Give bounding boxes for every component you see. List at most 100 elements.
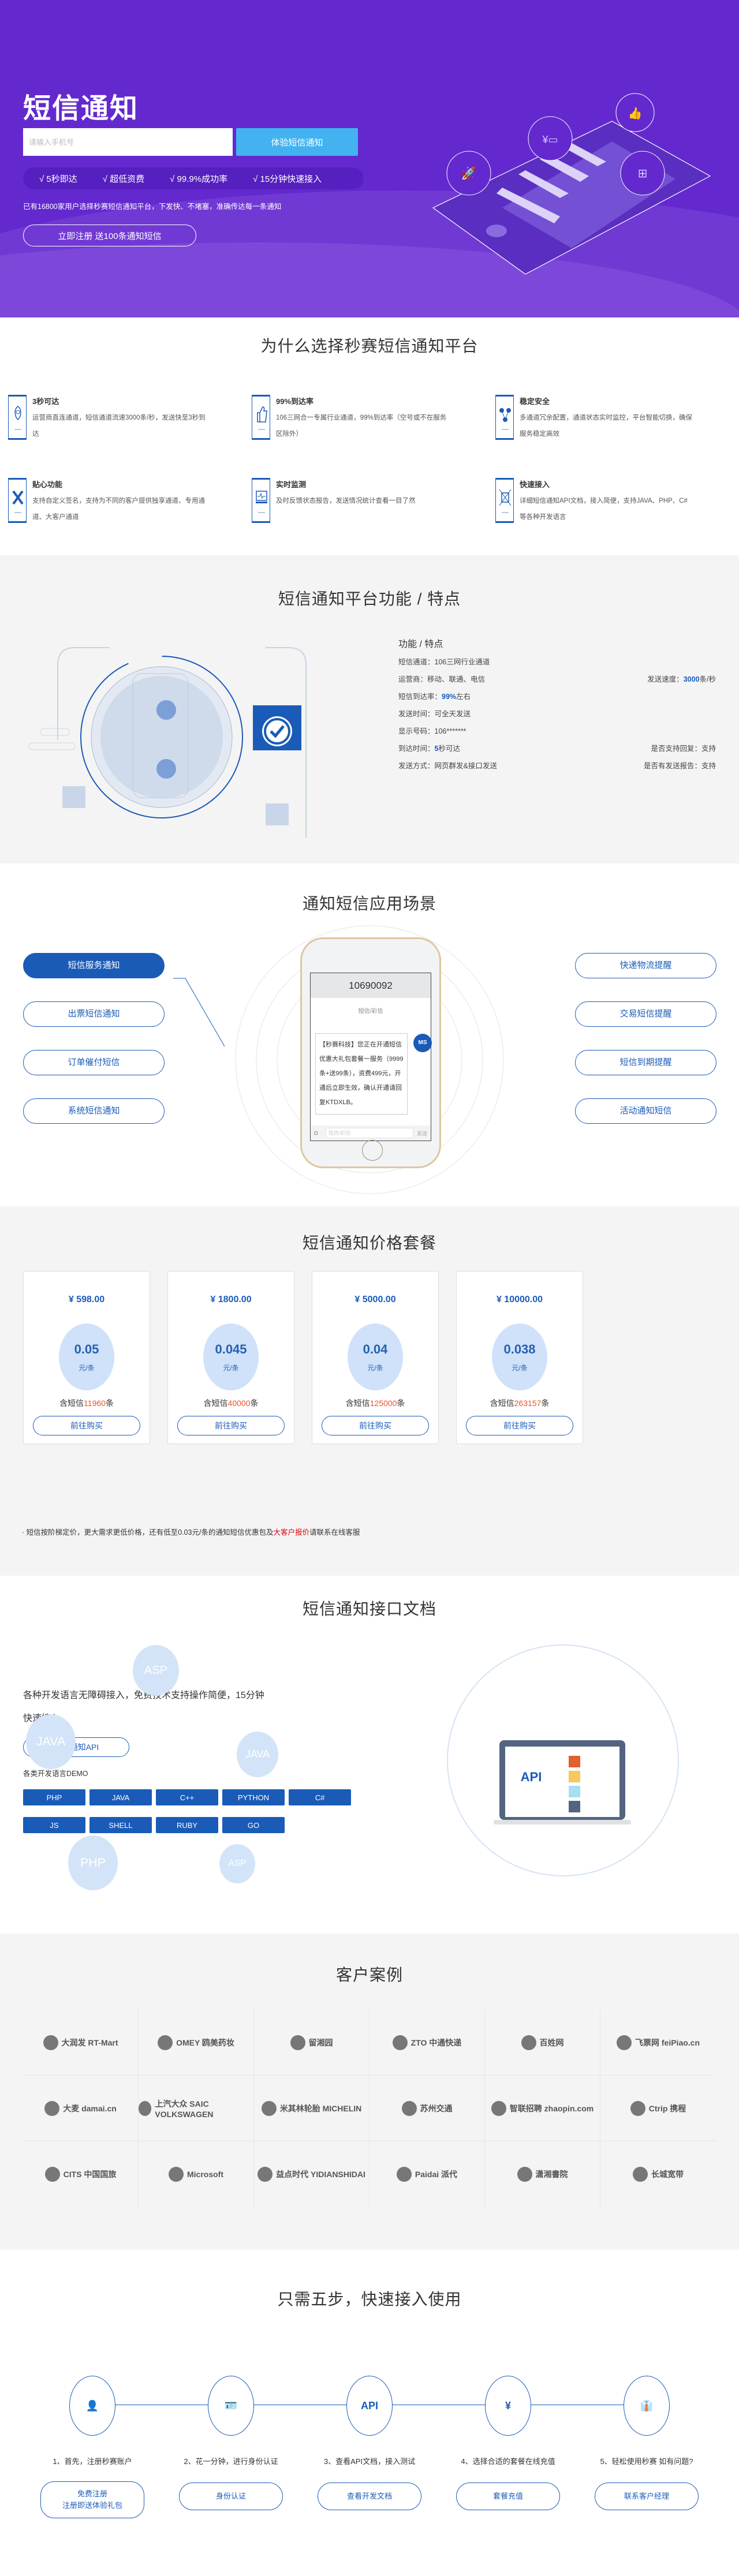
client-logo: Paidai 派代 — [370, 2141, 485, 2207]
step-item: 🪪 2、花一分钟，进行身份认证 身份认证 — [173, 2376, 289, 2510]
sms-count-value: 40000 — [227, 1399, 251, 1408]
client-logo-text: 上汽大众 SAIC VOLKSWAGEN — [155, 2099, 214, 2119]
why-item-title: 3秒可达 — [32, 397, 59, 406]
language-demo-button[interactable]: PYTHON — [222, 1789, 285, 1805]
client-logo-mark — [158, 2035, 173, 2050]
unit-price-circle: 0.038 元/条 — [492, 1323, 547, 1390]
client-logo-mark — [44, 2100, 60, 2116]
client-logo-mark — [169, 2167, 184, 2182]
scenario-button-left[interactable]: 系统短信通知 — [23, 1098, 165, 1124]
language-demo-button[interactable]: C# — [289, 1789, 351, 1805]
why-item-desc: 多通道冗余配置，通道状态实时监控，平台智能切换，确保服务稳定高效 — [520, 414, 692, 438]
why-item-desc: 运营商直连通道，短信通道流速3000条/秒，发送快至3秒到达 — [32, 414, 206, 438]
feature-value: 106三网行业通道 — [434, 658, 490, 666]
client-logo-text: 潇湘書院 — [535, 2170, 568, 2179]
buy-button[interactable]: 前往购买 — [466, 1416, 573, 1435]
client-logo-text: CITS 中国国旅 — [63, 2170, 117, 2179]
sms-count-prefix: 含短信 — [490, 1399, 514, 1408]
why-item: 快速接入 详细短信通知API文档，接入简便，支持JAVA、PHP、C#等各种开发语… — [495, 478, 739, 525]
register-button[interactable]: 立即注册 送100条通知短信 — [23, 225, 196, 246]
client-logo-text: OMEY 鸥美药妆 — [176, 2037, 234, 2047]
sms-count: 含短信11960条 — [24, 1397, 150, 1409]
step-button[interactable]: 查看开发文档 — [318, 2482, 421, 2510]
step-button[interactable]: 身份认证 — [179, 2482, 283, 2510]
phone-input[interactable] — [23, 128, 233, 156]
feature-value: 移动、联通、电信 — [427, 675, 486, 683]
scenario-button-right[interactable]: 短信到期提醒 — [575, 1050, 716, 1075]
step-button-label: 注册即送体验礼包 — [62, 2501, 122, 2510]
sms-count-suffix: 条 — [397, 1399, 405, 1408]
client-logo-mark — [491, 2100, 506, 2116]
client-logo-mark — [401, 2100, 417, 2116]
unit-price-circle: 0.05 元/条 — [59, 1323, 114, 1390]
language-demo-button[interactable]: C++ — [156, 1789, 218, 1805]
feature-label: 发送方式： — [398, 762, 435, 770]
scan-icon: ⊞ — [620, 151, 665, 196]
language-demo-button[interactable]: JS — [23, 1817, 85, 1833]
pricing-note: · 短信按阶梯定价，更大需求更低价格，还有低至0.03元/条的通知短信优惠包及大… — [22, 1526, 360, 1537]
feature-label: 发送时间： — [398, 710, 435, 718]
camera-icon[interactable]: ◘ — [314, 1130, 322, 1136]
why-section: 为什么选择秒赛短信通知平台 3秒可达 运营商直连通道，短信通道流速3000条/秒，… — [0, 317, 739, 555]
buy-button[interactable]: 前往购买 — [33, 1416, 140, 1435]
language-demo-button[interactable]: RUBY — [156, 1817, 218, 1833]
sms-sender: 10690092 — [311, 973, 431, 998]
step-button[interactable]: 免费注册 注册即送体验礼包 — [40, 2481, 144, 2518]
svg-text:🚀: 🚀 — [461, 166, 476, 181]
sms-input[interactable]: 短信/彩信 — [326, 1128, 413, 1138]
client-logo: Microsoft — [139, 2141, 254, 2207]
client-logo-text: Ctrip 携程 — [648, 2103, 686, 2113]
language-demo-button[interactable]: PHP — [23, 1789, 85, 1805]
client-logo: 潇湘書院 — [485, 2141, 600, 2207]
plan-amount: ¥ 5000.00 — [354, 1295, 396, 1304]
step-button-label: 查看开发文档 — [346, 2492, 392, 2500]
feature-label: 显示号码： — [398, 727, 435, 735]
sms-message: 【秒赛科技】您正在开通短信优惠大礼包套餐一服务（9999条+送99条），资费49… — [315, 1033, 408, 1115]
why-item-title: 稳定安全 — [520, 397, 550, 406]
pricing-section: 短信通知价格套餐 ¥ 598.00 0.05 元/条 含短信11960条 前往购买… — [0, 1206, 739, 1576]
language-demo-button[interactable]: GO — [222, 1817, 285, 1833]
step-circle: API — [346, 2376, 393, 2436]
client-logo-text: ZTO 中通快递 — [410, 2037, 462, 2047]
scenario-button-right[interactable]: 快递物流提醒 — [575, 953, 716, 978]
language-demo-button[interactable]: JAVA — [89, 1789, 152, 1805]
hero-feature-bar: √ 5秒即达 √ 超低资费 √ 99.9%成功率 √ 15分钟快速接入 — [23, 167, 364, 189]
client-logo-text: Paidai 派代 — [415, 2170, 458, 2179]
language-bubble: JAVA — [26, 1714, 76, 1769]
language-bubble: ASP — [133, 1645, 179, 1696]
scenario-button-right[interactable]: 交易短信提醒 — [575, 1001, 716, 1027]
scenario-button-left[interactable]: 订单催付短信 — [23, 1050, 165, 1075]
why-item-desc: 详细短信通知API文档，接入简便，支持JAVA、PHP、C#等各种开发语言 — [520, 498, 688, 521]
client-logo-text: 长城宽带 — [651, 2170, 684, 2179]
send-button[interactable]: 发送 — [417, 1130, 427, 1137]
step-label: 2、花一分钟，进行身份认证 — [184, 2457, 278, 2466]
scenario-button-left[interactable]: 出票短信通知 — [23, 1001, 165, 1027]
sms-count-value: 263157 — [514, 1399, 542, 1408]
client-logo-text: 苏州交通 — [420, 2103, 453, 2113]
unit-label: 元/条 — [223, 1364, 239, 1372]
tools-icon — [12, 490, 24, 505]
sms-count-value: 11960 — [84, 1399, 106, 1408]
scenario-button-right[interactable]: 活动通知短信 — [575, 1098, 716, 1124]
why-item-title: 实时监测 — [276, 480, 307, 489]
feature-row: 发送方式：网页群发&接口发送 是否有发送报告：支持 — [398, 757, 716, 775]
feature-row: 短信通道：106三网行业通道 — [398, 653, 716, 671]
sms-count: 含短信263157条 — [457, 1397, 583, 1409]
svg-text:⊞: ⊞ — [638, 167, 648, 180]
scenario-button-left[interactable]: 短信服务通知 — [23, 953, 165, 978]
try-sms-button[interactable]: 体验短信通知 — [236, 128, 358, 156]
enterprise-quote-link[interactable]: 大客户报价 — [273, 1528, 309, 1536]
language-demo-button[interactable]: SHELL — [89, 1817, 152, 1833]
pricing-note-text: 请联系在线客服 — [309, 1528, 360, 1536]
buy-button[interactable]: 前往购买 — [322, 1416, 429, 1435]
step-item: 👔 5、轻松使用秒赛 如有问题? 联系客户经理 — [589, 2376, 704, 2510]
manager-icon: 👔 — [640, 2399, 654, 2412]
plan-amount: ¥ 598.00 — [68, 1295, 105, 1304]
step-button[interactable]: 联系客户经理 — [595, 2482, 699, 2510]
feature-value: 支持 — [701, 745, 716, 753]
step-button[interactable]: 套餐充值 — [456, 2482, 560, 2510]
buy-button[interactable]: 前往购买 — [177, 1416, 285, 1435]
step-circle: 🪪 — [208, 2376, 254, 2436]
feature-label: 运营商： — [398, 675, 428, 683]
monitor-icon — [256, 491, 267, 503]
